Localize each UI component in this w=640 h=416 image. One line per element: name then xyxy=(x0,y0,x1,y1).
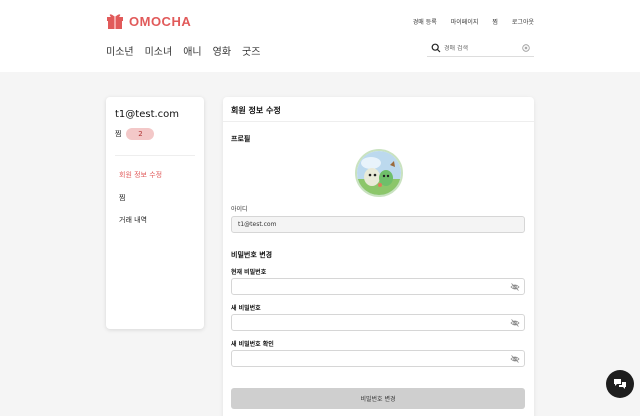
nav-item-girls[interactable]: 미소녀 xyxy=(145,43,173,58)
change-password-button[interactable]: 비밀번호 변경 xyxy=(231,388,525,409)
chat-button[interactable] xyxy=(606,370,634,398)
favorites-label: 찜 xyxy=(115,130,122,138)
search-icon[interactable] xyxy=(431,43,441,53)
eye-off-icon[interactable] xyxy=(510,354,520,364)
search-input[interactable] xyxy=(444,44,522,52)
sidebar-item-favorites[interactable]: 찜 xyxy=(119,193,125,203)
nav-item-boys[interactable]: 미소년 xyxy=(106,43,134,58)
new-password-input[interactable] xyxy=(238,319,510,326)
clear-circle-icon[interactable] xyxy=(522,44,530,52)
profile-sidebar: t1@test.com 찜 2 회원 정보 수정 찜 거래 내역 xyxy=(106,97,204,329)
page-title: 회원 정보 수정 xyxy=(231,106,281,115)
id-label: 아이디 xyxy=(231,206,248,213)
favorites-summary: 찜 2 xyxy=(115,128,155,140)
register-auction-link[interactable]: 경매 등록 xyxy=(413,17,437,26)
header: OMOCHA 경매 등록 마이페이지 찜 로그아웃 미소년 미소녀 애니 영화 … xyxy=(0,0,640,72)
edit-profile-panel: 회원 정보 수정 프로필 아이디 t1@test.com 비밀번호 변경 현재 … xyxy=(223,97,534,416)
top-links: 경매 등록 마이페이지 찜 로그아웃 xyxy=(413,17,534,26)
nav-item-anime[interactable]: 애니 xyxy=(183,43,201,58)
current-password-input[interactable] xyxy=(238,283,510,290)
logo[interactable]: OMOCHA xyxy=(106,12,191,30)
logout-link[interactable]: 로그아웃 xyxy=(512,17,534,26)
sidebar-divider xyxy=(115,155,195,156)
eye-off-icon[interactable] xyxy=(510,282,520,292)
brand-name: OMOCHA xyxy=(129,13,192,29)
sidebar-item-edit-profile[interactable]: 회원 정보 수정 xyxy=(119,170,162,180)
current-password-label: 현재 비밀번호 xyxy=(231,269,267,276)
confirm-password-field[interactable] xyxy=(231,350,525,367)
id-value: t1@test.com xyxy=(238,221,277,228)
favorites-link[interactable]: 찜 xyxy=(492,17,498,26)
search-bar xyxy=(427,40,534,57)
mypage-link[interactable]: 마이페이지 xyxy=(451,17,479,26)
new-password-field[interactable] xyxy=(231,314,525,331)
avatar-image xyxy=(357,151,401,195)
id-field: t1@test.com xyxy=(231,216,525,233)
eye-off-icon[interactable] xyxy=(510,318,520,328)
confirm-password-label: 새 비밀번호 확인 xyxy=(231,341,274,348)
nav-item-goods[interactable]: 굿즈 xyxy=(242,43,260,58)
user-email: t1@test.com xyxy=(115,109,180,120)
gift-box-icon xyxy=(107,14,123,29)
title-divider xyxy=(223,121,534,122)
new-password-label: 새 비밀번호 xyxy=(231,305,261,312)
nav-item-movie[interactable]: 영화 xyxy=(213,43,231,58)
sidebar-item-transactions[interactable]: 거래 내역 xyxy=(119,215,147,225)
profile-avatar[interactable] xyxy=(355,149,403,197)
category-nav: 미소년 미소녀 애니 영화 굿즈 xyxy=(106,43,260,58)
profile-section-title: 프로필 xyxy=(231,135,251,143)
chat-bubbles-icon xyxy=(614,379,626,389)
password-section-title: 비밀번호 변경 xyxy=(231,251,273,259)
current-password-field[interactable] xyxy=(231,278,525,295)
favorites-count-badge: 2 xyxy=(126,128,155,140)
confirm-password-input[interactable] xyxy=(238,355,510,362)
